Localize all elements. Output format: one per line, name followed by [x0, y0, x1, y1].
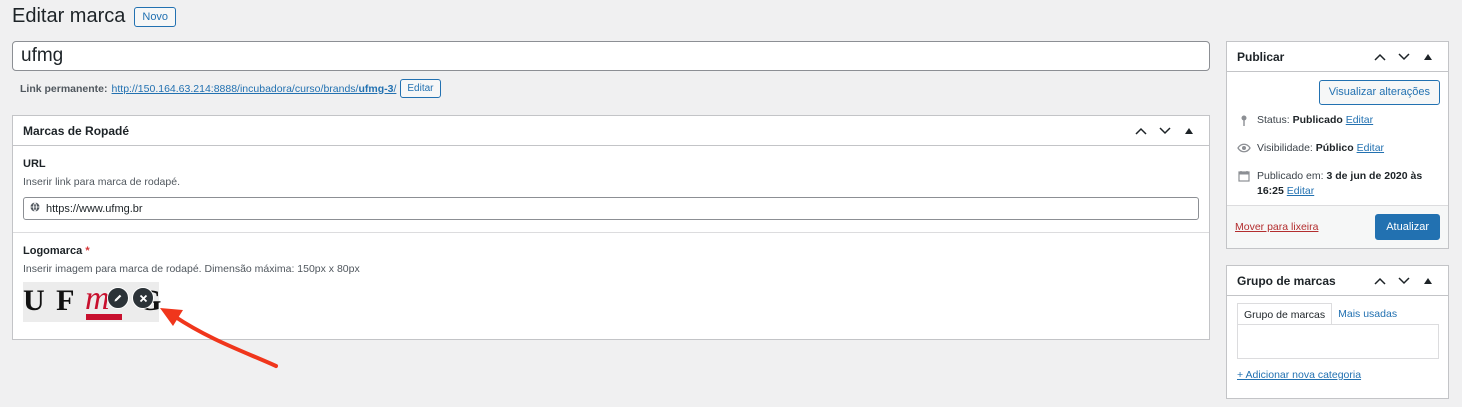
- visibility-row: Visibilidade: Público Editar: [1237, 142, 1384, 154]
- publish-actions: Mover para lixeira Atualizar: [1227, 205, 1448, 248]
- pin-icon: [1237, 114, 1251, 127]
- status-row: Status: Publicado Editar: [1237, 114, 1373, 127]
- logo-preview: U F m G: [23, 280, 161, 322]
- brand-group-metabox: Grupo de marcas Grupo de marcas Mais usa…: [1226, 265, 1449, 399]
- annotation-arrow: [160, 308, 278, 368]
- logo-image-text: U F: [23, 284, 77, 317]
- move-up-icon[interactable]: [1370, 47, 1390, 67]
- globe-icon: [30, 202, 40, 215]
- visibility-edit-link[interactable]: Editar: [1357, 142, 1384, 154]
- publish-title: Publicar: [1237, 49, 1285, 64]
- tab-most-used[interactable]: Mais usadas: [1332, 303, 1403, 325]
- published-date-row: Publicado em: 3 de jun de 2020 às 16:25 E…: [1237, 169, 1442, 199]
- move-down-icon[interactable]: [1394, 47, 1414, 67]
- move-to-trash-link[interactable]: Mover para lixeira: [1235, 221, 1318, 233]
- required-mark: *: [85, 245, 90, 257]
- brand-group-title: Grupo de marcas: [1237, 273, 1336, 288]
- toggle-panel-icon[interactable]: [1418, 271, 1438, 291]
- toggle-panel-icon[interactable]: [1179, 121, 1199, 141]
- permalink-edit-button[interactable]: Editar: [400, 79, 441, 98]
- url-label: URL: [23, 158, 46, 170]
- eye-icon: [1237, 142, 1251, 153]
- permalink-link[interactable]: http://150.164.63.214:8888/incubadora/cu…: [112, 83, 397, 95]
- brand-group-checklist[interactable]: [1237, 324, 1439, 359]
- brand-group-header: Grupo de marcas: [1227, 266, 1448, 296]
- status-edit-link[interactable]: Editar: [1346, 114, 1373, 126]
- move-down-icon[interactable]: [1394, 271, 1414, 291]
- published-edit-link[interactable]: Editar: [1287, 185, 1314, 197]
- url-input[interactable]: https://www.ufmg.br: [23, 197, 1199, 220]
- brand-group-tabs: Grupo de marcas Mais usadas: [1237, 303, 1403, 325]
- publish-metabox: Publicar Visualizar alterações Status: P…: [1226, 41, 1449, 249]
- url-description: Inserir link para marca de rodapé.: [23, 176, 180, 188]
- logo-label: Logomarca *: [23, 245, 90, 257]
- add-new-button[interactable]: Novo: [134, 6, 177, 27]
- page-title: Editar marca: [12, 5, 126, 27]
- page-heading: Editar marca Novo: [12, 5, 177, 28]
- preview-changes-button[interactable]: Visualizar alterações: [1318, 80, 1440, 105]
- add-new-category-link[interactable]: + Adicionar nova categoria: [1237, 369, 1361, 381]
- metabox-header: Marcas de Ropadé: [13, 116, 1209, 146]
- update-button[interactable]: Atualizar: [1375, 214, 1440, 240]
- permalink-label: Link permanente:: [20, 82, 108, 95]
- logo-image-bar: [86, 314, 122, 320]
- close-icon: [139, 294, 147, 302]
- move-up-icon[interactable]: [1370, 271, 1390, 291]
- tab-all-groups[interactable]: Grupo de marcas: [1237, 303, 1333, 325]
- edit-logo-button[interactable]: [107, 287, 129, 309]
- metabox-title: Marcas de Ropadé: [23, 123, 130, 138]
- post-title-input[interactable]: ufmg: [12, 41, 1210, 71]
- move-up-icon[interactable]: [1131, 121, 1151, 141]
- publish-header: Publicar: [1227, 42, 1448, 72]
- permalink-row: Link permanente: http://150.164.63.214:8…: [20, 79, 441, 98]
- url-value: https://www.ufmg.br: [46, 202, 143, 215]
- move-down-icon[interactable]: [1155, 121, 1175, 141]
- url-field: URL Inserir link para marca de rodapé. h…: [13, 146, 1209, 220]
- pencil-icon: [114, 294, 122, 302]
- toggle-panel-icon[interactable]: [1418, 47, 1438, 67]
- calendar-icon: [1237, 169, 1251, 182]
- logo-image-m: m: [85, 280, 110, 317]
- logo-description: Inserir imagem para marca de rodapé. Dim…: [23, 263, 360, 275]
